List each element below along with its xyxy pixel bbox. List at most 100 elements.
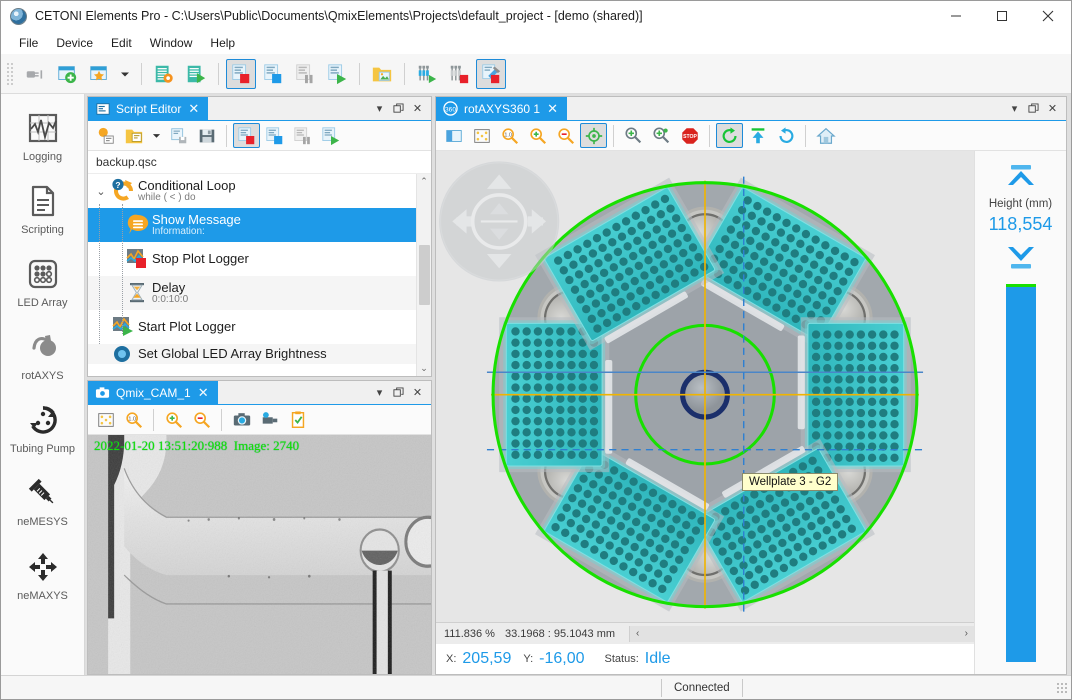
home-icon[interactable] bbox=[812, 123, 839, 148]
script-record-icon[interactable] bbox=[261, 123, 288, 148]
add-position-icon[interactable] bbox=[620, 123, 647, 148]
tab-close-icon[interactable]: ✕ bbox=[187, 102, 200, 115]
menu-device[interactable]: Device bbox=[47, 34, 102, 52]
clipboard-check-icon[interactable] bbox=[284, 407, 311, 432]
sidebar-item-nemesys[interactable]: neMESYS bbox=[4, 471, 82, 531]
zoom-out-icon[interactable] bbox=[552, 123, 579, 148]
emergency-stop-icon[interactable]: STOP bbox=[676, 123, 703, 148]
svg-text:360: 360 bbox=[445, 106, 456, 113]
move-up-icon[interactable] bbox=[744, 123, 771, 148]
script-tree-scrollbar[interactable]: ⌃ ⌄ bbox=[416, 174, 431, 376]
record-video-icon[interactable] bbox=[256, 407, 283, 432]
syringe-start-icon[interactable] bbox=[412, 59, 442, 89]
script-stop-icon[interactable] bbox=[233, 123, 260, 148]
tab-script-editor[interactable]: Script Editor ✕ bbox=[88, 97, 209, 120]
fit-view-icon[interactable] bbox=[92, 407, 119, 432]
resize-grip[interactable] bbox=[1056, 681, 1068, 694]
scrollbar-thumb[interactable] bbox=[418, 245, 430, 305]
log-pause-icon[interactable] bbox=[290, 59, 320, 89]
menu-help[interactable]: Help bbox=[201, 34, 244, 52]
save-script-icon[interactable] bbox=[165, 123, 192, 148]
panel-float-icon[interactable] bbox=[390, 100, 407, 118]
scroll-down-icon[interactable]: ⌄ bbox=[420, 363, 428, 374]
open-script-icon[interactable] bbox=[120, 123, 147, 148]
camera-image-view[interactable]: 2022-01-20 13:51:20:988 Image: 2740 bbox=[88, 435, 431, 674]
tab-close-icon[interactable]: ✕ bbox=[197, 386, 210, 399]
script-row-delay[interactable]: Delay 0:0:10:0 bbox=[88, 276, 416, 310]
minimize-button[interactable] bbox=[933, 1, 979, 32]
open-script-dropdown-icon[interactable] bbox=[148, 123, 164, 148]
script-settings-icon[interactable] bbox=[149, 59, 179, 89]
script-row-stop-plot-logger[interactable]: Stop Plot Logger bbox=[88, 242, 416, 276]
panel-close-icon[interactable]: ✕ bbox=[409, 100, 426, 118]
snapshot-camera-icon[interactable] bbox=[228, 407, 255, 432]
zoom-100-icon[interactable]: 1.0 bbox=[120, 407, 147, 432]
tab-close-icon[interactable]: ✕ bbox=[546, 102, 559, 115]
expander-icon[interactable]: ⌄ bbox=[92, 185, 110, 198]
script-editor-panel: Script Editor ✕ ▾ ✕ backup.qsc ⌄ ? Condi… bbox=[87, 96, 432, 377]
move-bottom-icon[interactable] bbox=[1004, 241, 1038, 274]
scroll-up-icon[interactable]: ⌃ bbox=[420, 176, 428, 187]
syringe-stop-icon[interactable] bbox=[444, 59, 474, 89]
panel-menu-icon[interactable]: ▾ bbox=[371, 100, 388, 118]
add-window-icon[interactable] bbox=[52, 59, 82, 89]
sidebar-item-nemaxys[interactable]: neMAXYS bbox=[4, 545, 82, 605]
toolbar-grip[interactable] bbox=[5, 60, 15, 87]
sidebar-item-tubing-pump[interactable]: Tubing Pump bbox=[4, 398, 82, 458]
script-run-icon[interactable] bbox=[181, 59, 211, 89]
log-play-icon[interactable] bbox=[322, 59, 352, 89]
crosshair-target-icon[interactable] bbox=[580, 123, 607, 148]
stop-plot-logger-icon bbox=[124, 245, 152, 273]
script-row-start-plot-logger[interactable]: Start Plot Logger bbox=[88, 310, 416, 344]
script-row-conditional-loop[interactable]: ⌄ ? Conditional Loop while (<) do bbox=[88, 174, 416, 208]
script-pause-icon[interactable] bbox=[289, 123, 316, 148]
panel-menu-icon[interactable]: ▾ bbox=[371, 384, 388, 402]
menu-window[interactable]: Window bbox=[141, 34, 202, 52]
zoom-out-icon[interactable] bbox=[188, 407, 215, 432]
scroll-right-icon[interactable]: › bbox=[965, 628, 968, 639]
script-row-set-led-brightness[interactable]: Set Global LED Array Brightness bbox=[88, 344, 416, 364]
toolbar-separator bbox=[141, 62, 142, 85]
close-button[interactable] bbox=[1025, 1, 1071, 32]
maximize-button[interactable] bbox=[979, 1, 1025, 32]
script-row-show-message[interactable]: Show Message Information: bbox=[88, 208, 416, 242]
rotaxys-plate-canvas[interactable]: Wellplate 3 - G2 bbox=[436, 151, 974, 622]
horizontal-scroll-strip[interactable]: ‹ › bbox=[629, 625, 974, 642]
rotaxys-view-statusbar: 111.836 % 33.1968 : 95.1043 mm ‹ › bbox=[436, 622, 974, 644]
tab-qmix-cam-1[interactable]: Qmix_CAM_1 ✕ bbox=[88, 381, 218, 404]
calibration-tool-icon[interactable] bbox=[476, 58, 506, 89]
edit-position-icon[interactable] bbox=[648, 123, 675, 148]
height-bar-track[interactable] bbox=[1005, 284, 1036, 662]
sidebar-item-scripting[interactable]: Scripting bbox=[4, 179, 82, 239]
log-record-icon[interactable] bbox=[258, 59, 288, 89]
app-logo-icon bbox=[10, 7, 27, 25]
panel-float-icon[interactable] bbox=[390, 384, 407, 402]
new-script-icon[interactable] bbox=[92, 123, 119, 148]
save-as-script-icon[interactable] bbox=[193, 123, 220, 148]
panel-float-icon[interactable] bbox=[1025, 100, 1042, 118]
tab-rotaxys360-1[interactable]: 360 rotAXYS360 1 ✕ bbox=[436, 97, 567, 120]
move-top-icon[interactable] bbox=[1004, 163, 1038, 196]
rotate-reset-icon[interactable] bbox=[772, 123, 799, 148]
zoom-100-icon[interactable]: 1.0 bbox=[496, 123, 523, 148]
layout-panel-icon[interactable] bbox=[440, 123, 467, 148]
script-run-icon[interactable] bbox=[317, 123, 344, 148]
panel-close-icon[interactable]: ✕ bbox=[1044, 100, 1061, 118]
panel-close-icon[interactable]: ✕ bbox=[409, 384, 426, 402]
scroll-left-icon[interactable]: ‹ bbox=[636, 628, 639, 639]
disconnect-plug-icon[interactable] bbox=[20, 59, 50, 89]
panel-menu-icon[interactable]: ▾ bbox=[1006, 100, 1023, 118]
menu-edit[interactable]: Edit bbox=[102, 34, 141, 52]
rotate-cw-icon[interactable] bbox=[716, 123, 743, 148]
favorite-dropdown-icon[interactable] bbox=[116, 59, 134, 89]
zoom-in-icon[interactable] bbox=[524, 123, 551, 148]
fit-view-icon[interactable] bbox=[468, 123, 495, 148]
sidebar-item-rotaxys[interactable]: rotAXYS bbox=[4, 325, 82, 385]
log-stop-icon[interactable] bbox=[226, 58, 256, 89]
menu-file[interactable]: File bbox=[10, 34, 47, 52]
sidebar-item-led-array[interactable]: LED Array bbox=[4, 252, 82, 312]
zoom-in-icon[interactable] bbox=[160, 407, 187, 432]
sidebar-item-logging[interactable]: Logging bbox=[4, 106, 82, 166]
favorite-window-icon[interactable] bbox=[84, 59, 114, 89]
open-folder-image-icon[interactable] bbox=[367, 59, 397, 89]
